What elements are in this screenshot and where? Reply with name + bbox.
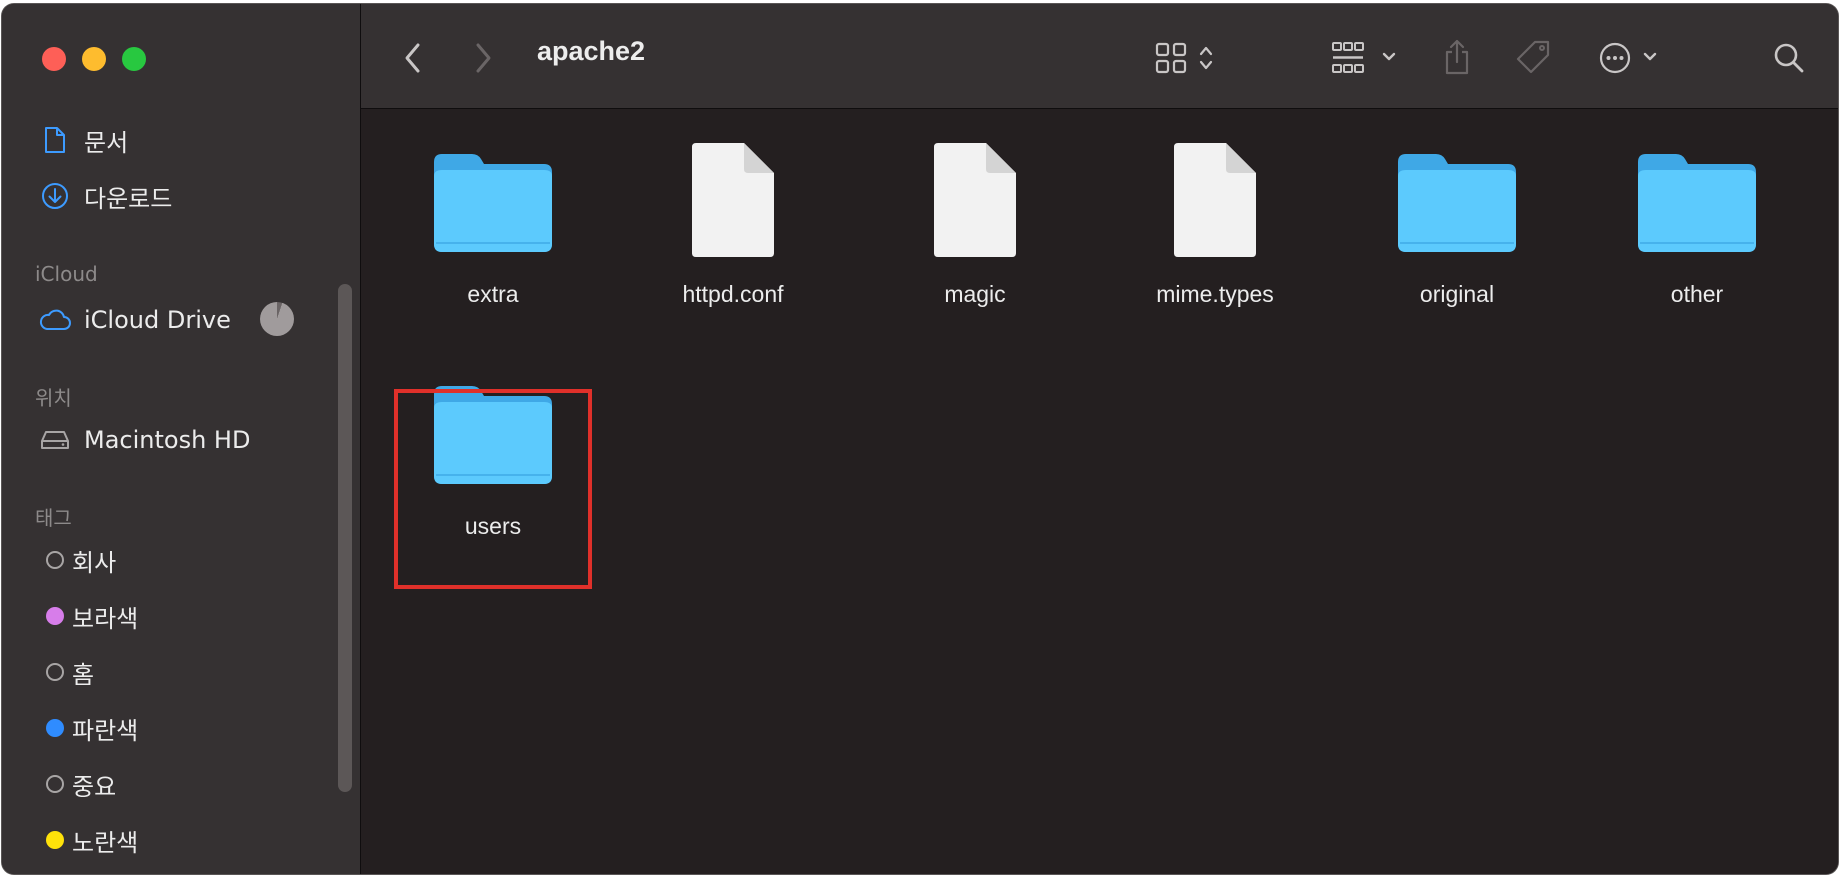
- share-button[interactable]: [1437, 34, 1477, 80]
- tag-dot-icon: [46, 831, 64, 849]
- chevron-right-icon: [476, 43, 491, 73]
- sidebar-item-label: 파란색: [72, 716, 139, 745]
- sidebar-tag-blue[interactable]: 파란색: [38, 708, 138, 748]
- tag-icon: [1516, 40, 1550, 74]
- sidebar-item-label: Macintosh HD: [84, 426, 251, 454]
- view-mode-button[interactable]: [1153, 36, 1227, 80]
- sidebar-item-macintosh-hd[interactable]: Macintosh HD: [38, 420, 250, 460]
- group-by-button[interactable]: [1329, 36, 1409, 80]
- search-icon: [1774, 43, 1804, 73]
- sidebar-tag-purple[interactable]: 보라색: [38, 596, 138, 636]
- ellipsis-circle-icon: [1599, 42, 1657, 74]
- file-name: mime.types: [1156, 281, 1274, 307]
- document-icon: [1150, 135, 1280, 265]
- folder-icon: [428, 135, 558, 265]
- sidebar-item-label: 회사: [72, 548, 117, 577]
- tag-dot-icon: [46, 775, 64, 793]
- tag-dot-icon: [46, 551, 64, 569]
- cloud-icon: [38, 303, 72, 337]
- sidebar-tag-important[interactable]: 중요: [38, 764, 116, 804]
- tag-dot-icon: [46, 607, 64, 625]
- back-button[interactable]: [393, 34, 433, 82]
- toolbar: apache2: [361, 4, 1838, 109]
- sidebar-item-icloud-drive[interactable]: iCloud Drive: [38, 300, 231, 340]
- file-name: other: [1670, 281, 1724, 307]
- sidebar-tag-company[interactable]: 회사: [38, 540, 116, 580]
- sidebar-item-downloads[interactable]: 다운로드: [38, 176, 172, 216]
- sidebar-item-documents[interactable]: 문서: [38, 120, 128, 160]
- sidebar-item-label: 다운로드: [84, 184, 173, 213]
- search-button[interactable]: [1767, 36, 1811, 80]
- sidebar-section-locations: 위치: [35, 386, 72, 410]
- sync-progress-icon: [260, 302, 294, 336]
- chevron-left-icon: [405, 43, 420, 73]
- sidebar-tag-yellow[interactable]: 노란색: [38, 820, 138, 860]
- document-icon: [668, 135, 798, 265]
- tag-dot-icon: [46, 663, 64, 681]
- file-item-extra[interactable]: extra: [393, 135, 593, 335]
- file-item-httpd-conf[interactable]: httpd.conf: [633, 135, 833, 335]
- file-item-original[interactable]: original: [1357, 135, 1557, 335]
- window-title: apache2: [537, 36, 646, 66]
- file-name: extra: [467, 281, 519, 307]
- sidebar-item-label: 노란색: [72, 828, 139, 857]
- download-icon: [38, 179, 72, 213]
- file-item-other[interactable]: other: [1597, 135, 1797, 335]
- more-actions-button[interactable]: [1597, 36, 1673, 80]
- icon-grid-icon: [1155, 42, 1213, 74]
- tag-button[interactable]: [1511, 34, 1555, 80]
- document-icon: [910, 135, 1040, 265]
- sidebar-item-label: 문서: [84, 128, 129, 157]
- forward-button[interactable]: [463, 34, 503, 82]
- minimize-window-button[interactable]: [82, 47, 106, 71]
- share-icon: [1445, 39, 1469, 75]
- sidebar-section-tags: 태그: [35, 506, 72, 530]
- zoom-window-button[interactable]: [122, 47, 146, 71]
- file-browser: extra httpd.conf magic mime.types origin…: [361, 109, 1838, 874]
- group-grid-icon: [1332, 42, 1396, 73]
- close-window-button[interactable]: [42, 47, 66, 71]
- sidebar-item-label: iCloud Drive: [84, 306, 231, 334]
- file-item-mime-types[interactable]: mime.types: [1115, 135, 1315, 335]
- sidebar-item-label: 중요: [72, 772, 117, 801]
- hard-drive-icon: [38, 423, 72, 457]
- folder-icon: [1632, 135, 1762, 265]
- file-name: httpd.conf: [682, 281, 784, 307]
- file-name: original: [1419, 281, 1495, 307]
- finder-window: 문서 다운로드 iCloud iCloud Drive 위치 Macintosh…: [2, 4, 1838, 874]
- sidebar-item-label: 홈: [72, 660, 95, 689]
- file-name: magic: [944, 281, 1006, 307]
- selection-highlight: [394, 389, 592, 589]
- tag-dot-icon: [46, 719, 64, 737]
- sidebar-tag-home[interactable]: 홈: [38, 652, 94, 692]
- folder-icon: [1392, 135, 1522, 265]
- sidebar: 문서 다운로드 iCloud iCloud Drive 위치 Macintosh…: [2, 4, 361, 874]
- sidebar-section-icloud: iCloud: [35, 262, 98, 286]
- sidebar-item-label: 보라색: [72, 604, 139, 633]
- sidebar-scrollbar[interactable]: [338, 284, 352, 792]
- document-icon: [38, 123, 72, 157]
- file-item-magic[interactable]: magic: [875, 135, 1075, 335]
